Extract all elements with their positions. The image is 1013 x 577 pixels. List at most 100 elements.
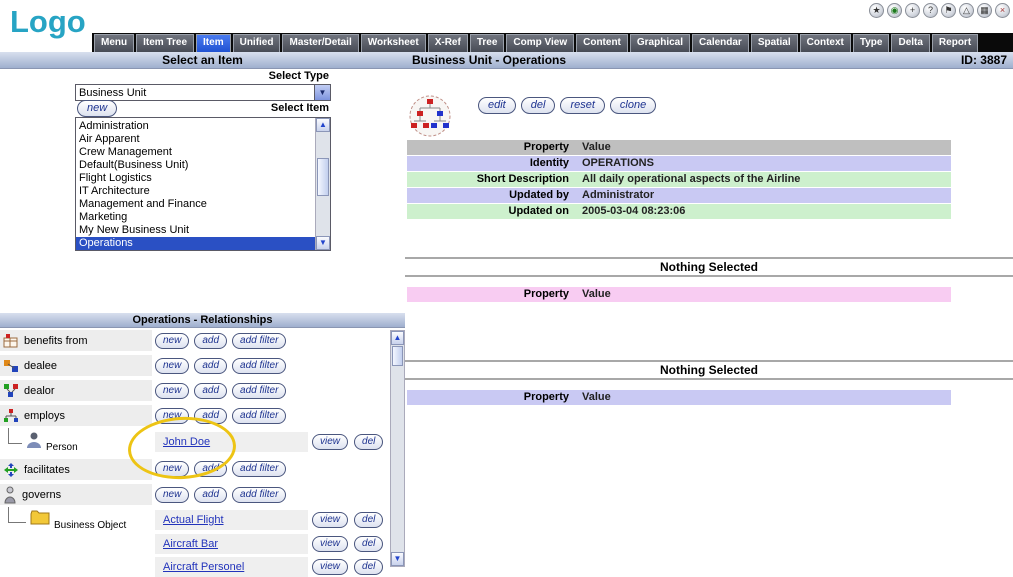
tab-unified[interactable]: Unified <box>233 34 281 52</box>
related-item-link-john-doe[interactable]: John Doe <box>163 436 210 448</box>
tab-worksheet[interactable]: Worksheet <box>361 34 426 52</box>
person-icon <box>26 431 42 449</box>
tab-item[interactable]: Item <box>196 34 231 52</box>
clone-button[interactable]: clone <box>610 97 656 114</box>
help-icon[interactable]: ? <box>923 3 938 18</box>
related-item-link-aircraft-personel[interactable]: Aircraft Personel <box>163 561 244 573</box>
add-button[interactable]: add <box>194 333 227 349</box>
scroll-down-icon[interactable]: ▼ <box>391 552 404 566</box>
type-select[interactable]: Business Unit ▼ <box>75 84 331 101</box>
add-filter-button[interactable]: add filter <box>232 408 286 424</box>
reset-button[interactable]: reset <box>560 97 604 114</box>
scrollbar-thumb[interactable] <box>392 346 403 366</box>
list-item[interactable]: Crew Management <box>76 146 315 159</box>
property-name: Short Description <box>407 172 577 187</box>
add-icon[interactable]: + <box>905 3 920 18</box>
del-button[interactable]: del <box>354 512 383 528</box>
property-value: 2005-03-04 08:23:06 <box>577 204 951 219</box>
table-row: Updated by Administrator <box>407 188 951 204</box>
scrollbar-track[interactable] <box>391 367 404 552</box>
del-button[interactable]: del <box>354 536 383 552</box>
tab-item-tree[interactable]: Item Tree <box>136 34 194 52</box>
tab-context[interactable]: Context <box>800 34 851 52</box>
tab-content[interactable]: Content <box>576 34 628 52</box>
star-icon[interactable]: ★ <box>869 3 884 18</box>
benefits-from-icon <box>3 333 19 349</box>
scrollbar-track[interactable] <box>316 132 330 236</box>
add-filter-button[interactable]: add filter <box>232 487 286 503</box>
add-filter-button[interactable]: add filter <box>232 333 286 349</box>
del-button[interactable]: del <box>521 97 556 114</box>
empty-section-middle: Nothing Selected Property Value <box>405 257 1013 302</box>
add-button[interactable]: add <box>194 461 227 477</box>
new-button[interactable]: new <box>155 487 189 503</box>
new-button[interactable]: new <box>155 358 189 374</box>
dealee-icon <box>3 358 19 374</box>
close-icon[interactable]: × <box>995 3 1010 18</box>
tab-menu[interactable]: Menu <box>94 34 134 52</box>
flag-icon[interactable]: ⚑ <box>941 3 956 18</box>
list-item[interactable]: My New Business Unit <box>76 224 315 237</box>
list-item[interactable]: Marketing <box>76 211 315 224</box>
view-button[interactable]: view <box>312 512 348 528</box>
add-button[interactable]: add <box>194 487 227 503</box>
scroll-up-icon[interactable]: ▲ <box>316 118 330 132</box>
edit-button[interactable]: edit <box>478 97 516 114</box>
chevron-down-icon[interactable]: ▼ <box>314 85 330 100</box>
add-button[interactable]: add <box>194 358 227 374</box>
list-item[interactable]: IT Architecture <box>76 185 315 198</box>
window-controls: ★ ◉ + ? ⚑ △ ▦ × <box>869 3 1010 18</box>
property-table-header: Property Value <box>407 140 951 156</box>
relationships-scrollbar[interactable]: ▲ ▼ <box>390 330 405 567</box>
scrollbar-thumb[interactable] <box>317 158 329 196</box>
app-logo: Logo <box>10 4 86 40</box>
table-row: Identity OPERATIONS <box>407 156 951 172</box>
related-item-link-actual-flight[interactable]: Actual Flight <box>163 514 224 526</box>
view-button[interactable]: view <box>312 559 348 575</box>
view-button[interactable]: view <box>312 434 348 450</box>
new-button[interactable]: new <box>155 408 189 424</box>
relationship-label: facilitates <box>24 464 70 476</box>
new-button[interactable]: new <box>155 461 189 477</box>
tab-type[interactable]: Type <box>853 34 890 52</box>
tab-x-ref[interactable]: X-Ref <box>428 34 468 52</box>
tab-delta[interactable]: Delta <box>891 34 929 52</box>
select-item-label: Select Item <box>75 102 329 114</box>
list-item[interactable]: Management and Finance <box>76 198 315 211</box>
tab-spatial[interactable]: Spatial <box>751 34 798 52</box>
tab-calendar[interactable]: Calendar <box>692 34 749 52</box>
new-button[interactable]: new <box>155 383 189 399</box>
empty-section-bottom: Nothing Selected Property Value <box>405 360 1013 405</box>
alert-icon[interactable]: △ <box>959 3 974 18</box>
globe-icon[interactable]: ◉ <box>887 3 902 18</box>
add-filter-button[interactable]: add filter <box>232 461 286 477</box>
add-filter-button[interactable]: add filter <box>232 358 286 374</box>
scroll-down-icon[interactable]: ▼ <box>316 236 330 250</box>
tab-graphical[interactable]: Graphical <box>630 34 690 52</box>
del-button[interactable]: del <box>354 434 383 450</box>
list-item[interactable]: Flight Logistics <box>76 172 315 185</box>
add-button[interactable]: add <box>194 383 227 399</box>
list-item-selected[interactable]: Operations <box>76 237 315 250</box>
del-button[interactable]: del <box>354 559 383 575</box>
tab-report[interactable]: Report <box>932 34 978 52</box>
listbox-scrollbar[interactable]: ▲ ▼ <box>315 118 330 250</box>
tree-connector <box>8 507 26 523</box>
tab-master-detail[interactable]: Master/Detail <box>282 34 358 52</box>
list-item[interactable]: Air Apparent <box>76 133 315 146</box>
tab-comp-view[interactable]: Comp View <box>506 34 574 52</box>
related-item-link-aircraft-bar[interactable]: Aircraft Bar <box>163 538 218 550</box>
relationship-employs: employs <box>0 405 152 428</box>
grid-icon[interactable]: ▦ <box>977 3 992 18</box>
tab-tree[interactable]: Tree <box>470 34 505 52</box>
add-filter-button[interactable]: add filter <box>232 383 286 399</box>
view-button[interactable]: view <box>312 536 348 552</box>
new-button[interactable]: new <box>155 333 189 349</box>
tree-connector <box>8 428 22 444</box>
scroll-up-icon[interactable]: ▲ <box>391 331 404 345</box>
list-item[interactable]: Administration <box>76 120 315 133</box>
divider <box>405 275 1013 277</box>
add-button[interactable]: add <box>194 408 227 424</box>
item-id: ID: 3887 <box>961 52 1007 68</box>
list-item[interactable]: Default(Business Unit) <box>76 159 315 172</box>
